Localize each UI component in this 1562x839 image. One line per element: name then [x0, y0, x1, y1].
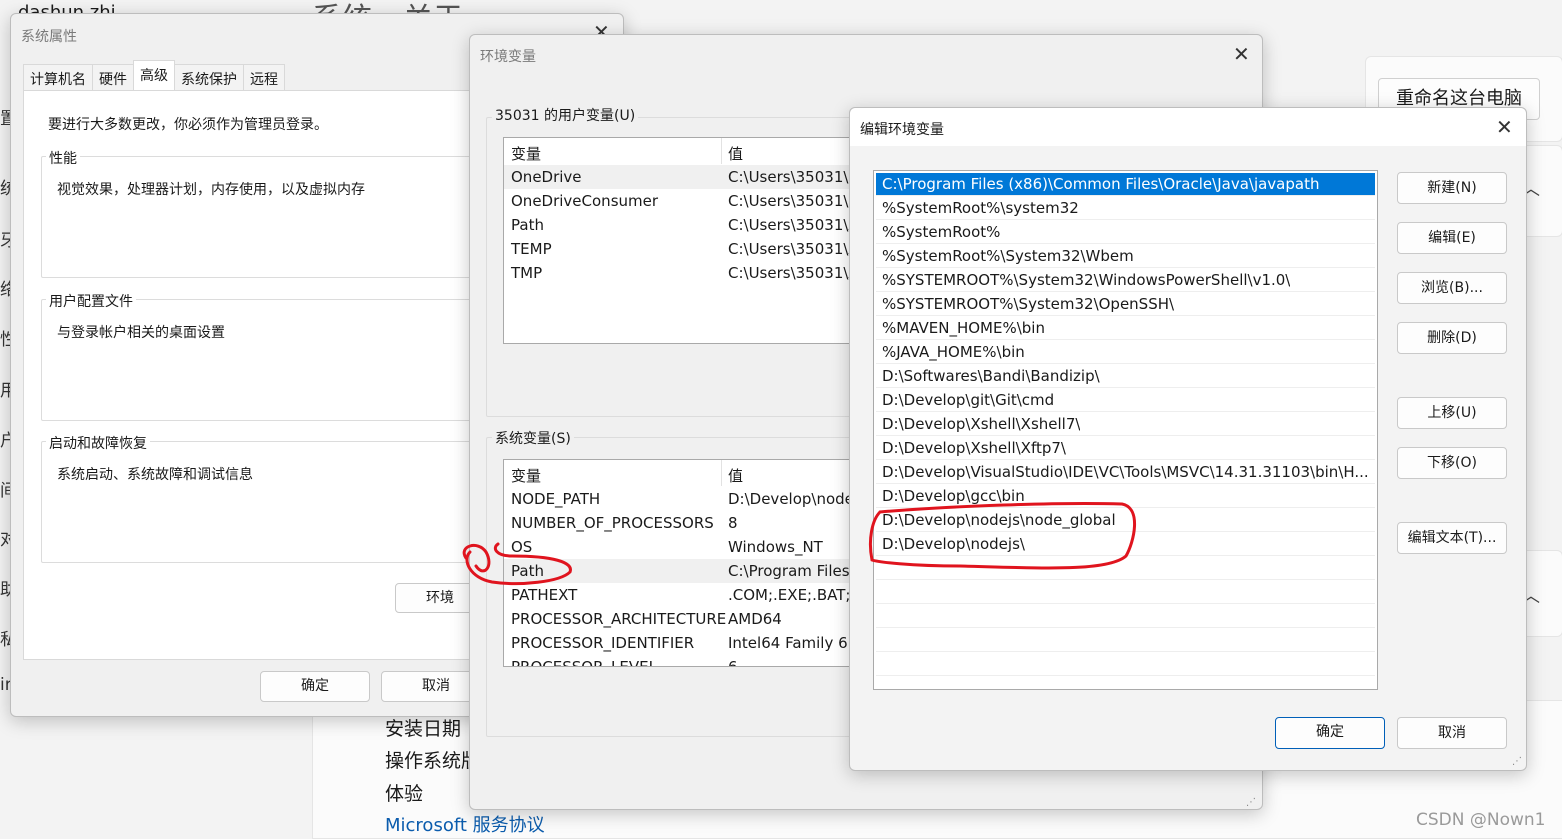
annotation-circle-nodejs-entries	[868, 501, 1137, 570]
red-annotation-overlay	[462, 501, 1137, 585]
watermark: CSDN @Nown1	[1416, 810, 1546, 830]
